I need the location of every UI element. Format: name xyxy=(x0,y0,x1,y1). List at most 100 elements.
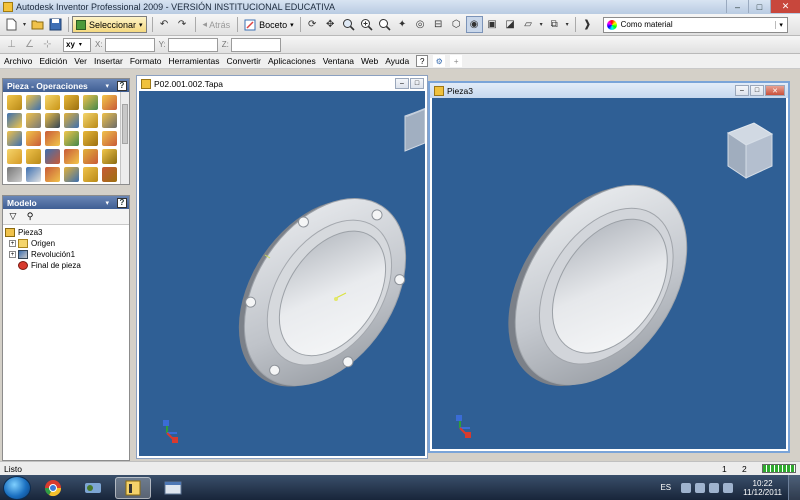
filter-icon[interactable]: ▽ xyxy=(6,210,20,223)
menu-herramientas[interactable]: Herramientas xyxy=(168,56,219,66)
model-browser-header[interactable]: Modelo ▾ ? xyxy=(3,196,129,209)
redo-icon[interactable]: ↷ xyxy=(174,16,191,33)
help-icon[interactable]: ? xyxy=(117,197,127,208)
x-coordinate-input[interactable] xyxy=(104,37,155,52)
3d-viewport[interactable] xyxy=(139,91,425,456)
expand-icon[interactable]: + xyxy=(9,251,16,258)
thread-icon[interactable] xyxy=(45,113,60,128)
tree-node-revolution[interactable]: + Revolución1 xyxy=(5,249,127,260)
tree-node-origin[interactable]: + Origen xyxy=(5,238,127,249)
update-icon[interactable]: ⟳ xyxy=(304,16,321,33)
work-point-icon[interactable] xyxy=(45,149,60,164)
thicken-icon[interactable] xyxy=(102,131,117,146)
menu-insertar[interactable]: Insertar xyxy=(94,56,123,66)
tray-icon-flag[interactable] xyxy=(709,482,720,493)
operations-panel-header[interactable]: Pieza - Operaciones ▾ ? xyxy=(3,79,129,92)
loft-icon[interactable] xyxy=(102,95,117,110)
document-window-pieza3[interactable]: Pieza3 – □ ✕ xyxy=(428,81,790,453)
ucs-icon[interactable] xyxy=(64,149,79,164)
extrude-icon[interactable] xyxy=(7,95,22,110)
relative-icon[interactable]: ∠ xyxy=(21,36,38,53)
circular-pattern-icon[interactable] xyxy=(102,149,117,164)
add-icon[interactable]: + xyxy=(450,55,463,67)
zoom-selected-icon[interactable]: ✦ xyxy=(394,16,411,33)
tray-icon-network[interactable] xyxy=(681,482,692,493)
taskbar-app-4[interactable] xyxy=(155,477,191,499)
design-assistant-icon[interactable]: ⚙ xyxy=(433,55,446,67)
isometric-view-icon[interactable]: ⬡ xyxy=(448,16,465,33)
rib-icon[interactable] xyxy=(83,95,98,110)
operations-scrollbar[interactable] xyxy=(120,92,129,184)
tree-node-end-of-part[interactable]: Final de pieza xyxy=(5,260,127,271)
minimize-button[interactable]: – xyxy=(726,0,748,13)
shell-icon[interactable] xyxy=(64,95,79,110)
mirror-icon[interactable] xyxy=(7,167,22,182)
chamfer-icon[interactable] xyxy=(83,113,98,128)
emboss-icon[interactable] xyxy=(45,131,60,146)
select-mode-button[interactable]: Seleccionar ▾ xyxy=(72,16,147,33)
work-axis-icon[interactable] xyxy=(26,149,41,164)
save-icon[interactable] xyxy=(47,16,64,33)
menu-formato[interactable]: Formato xyxy=(130,56,162,66)
tray-icon-power[interactable] xyxy=(723,482,734,493)
expand-icon[interactable]: + xyxy=(9,240,16,247)
taskbar-inventor[interactable] xyxy=(115,476,151,499)
shadow-icon[interactable]: ▱ xyxy=(520,16,537,33)
menu-edicion[interactable]: Edición xyxy=(39,56,67,66)
language-indicator[interactable]: ES xyxy=(660,483,671,492)
menu-web[interactable]: Web xyxy=(361,56,378,66)
look-at-icon[interactable]: ⊟ xyxy=(430,16,447,33)
start-button[interactable] xyxy=(3,475,31,500)
document-title-bar[interactable]: P02.001.002.Tapa – □ xyxy=(137,76,427,91)
face-draft-icon[interactable] xyxy=(102,113,117,128)
sweep-icon[interactable] xyxy=(7,113,22,128)
new-dropdown-icon[interactable]: ▾ xyxy=(21,16,28,33)
close-button[interactable]: ✕ xyxy=(770,0,800,13)
maximize-button[interactable]: □ xyxy=(750,85,764,96)
promote-icon[interactable] xyxy=(26,167,41,182)
derived-component-icon[interactable] xyxy=(83,131,98,146)
minimize-button[interactable]: – xyxy=(395,78,409,89)
orbit-icon[interactable]: ◎ xyxy=(412,16,429,33)
plastic-part-icon[interactable] xyxy=(83,167,98,182)
work-plane-icon[interactable] xyxy=(7,149,22,164)
close-button[interactable]: ✕ xyxy=(765,85,785,96)
open-file-icon[interactable] xyxy=(29,16,46,33)
find-icon[interactable]: ⚲ xyxy=(23,210,37,223)
3d-viewport[interactable] xyxy=(432,98,786,449)
coil-icon[interactable] xyxy=(26,113,41,128)
z-coordinate-input[interactable] xyxy=(230,37,281,52)
document-window-tapa[interactable]: P02.001.002.Tapa – □ xyxy=(136,75,428,459)
parameters-icon[interactable] xyxy=(45,167,60,182)
return-icon[interactable]: ❱ xyxy=(579,16,596,33)
help-icon[interactable]: ? xyxy=(416,55,429,67)
material-dropdown[interactable]: Como material ▾ xyxy=(602,16,788,33)
rectangular-pattern-icon[interactable] xyxy=(83,149,98,164)
section-view-icon[interactable]: ⧉ xyxy=(546,16,563,33)
zoom-icon[interactable] xyxy=(376,16,393,33)
shaded-display-icon[interactable]: ◉ xyxy=(465,16,483,33)
move-face-icon[interactable] xyxy=(26,131,41,146)
dropdown-icon[interactable]: ▾ xyxy=(538,16,545,33)
new-file-icon[interactable] xyxy=(3,16,20,33)
document-title-bar[interactable]: Pieza3 – □ ✕ xyxy=(430,83,788,98)
zoom-all-icon[interactable] xyxy=(340,16,357,33)
maximize-button[interactable]: □ xyxy=(410,78,424,89)
pan-icon[interactable]: ✥ xyxy=(322,16,339,33)
maximize-button[interactable]: □ xyxy=(748,0,770,13)
menu-aplicaciones[interactable]: Aplicaciones xyxy=(268,56,316,66)
show-desktop-button[interactable] xyxy=(788,475,800,500)
menu-convertir[interactable]: Convertir xyxy=(227,56,261,66)
origin-icon[interactable]: ⊥ xyxy=(3,36,20,53)
cut-view-icon[interactable]: ◪ xyxy=(502,16,519,33)
back-button[interactable]: ◂ Atrás xyxy=(199,19,235,30)
minimize-button[interactable]: – xyxy=(735,85,749,96)
delta-icon[interactable]: ⊹ xyxy=(39,36,56,53)
zoom-window-icon[interactable] xyxy=(358,16,375,33)
dropdown-icon[interactable]: ▾ xyxy=(564,16,571,33)
split-icon[interactable] xyxy=(7,131,22,146)
fillet-icon[interactable] xyxy=(64,113,79,128)
camera-icon[interactable]: ▣ xyxy=(484,16,501,33)
menu-ver[interactable]: Ver xyxy=(74,56,87,66)
y-coordinate-input[interactable] xyxy=(167,37,218,52)
